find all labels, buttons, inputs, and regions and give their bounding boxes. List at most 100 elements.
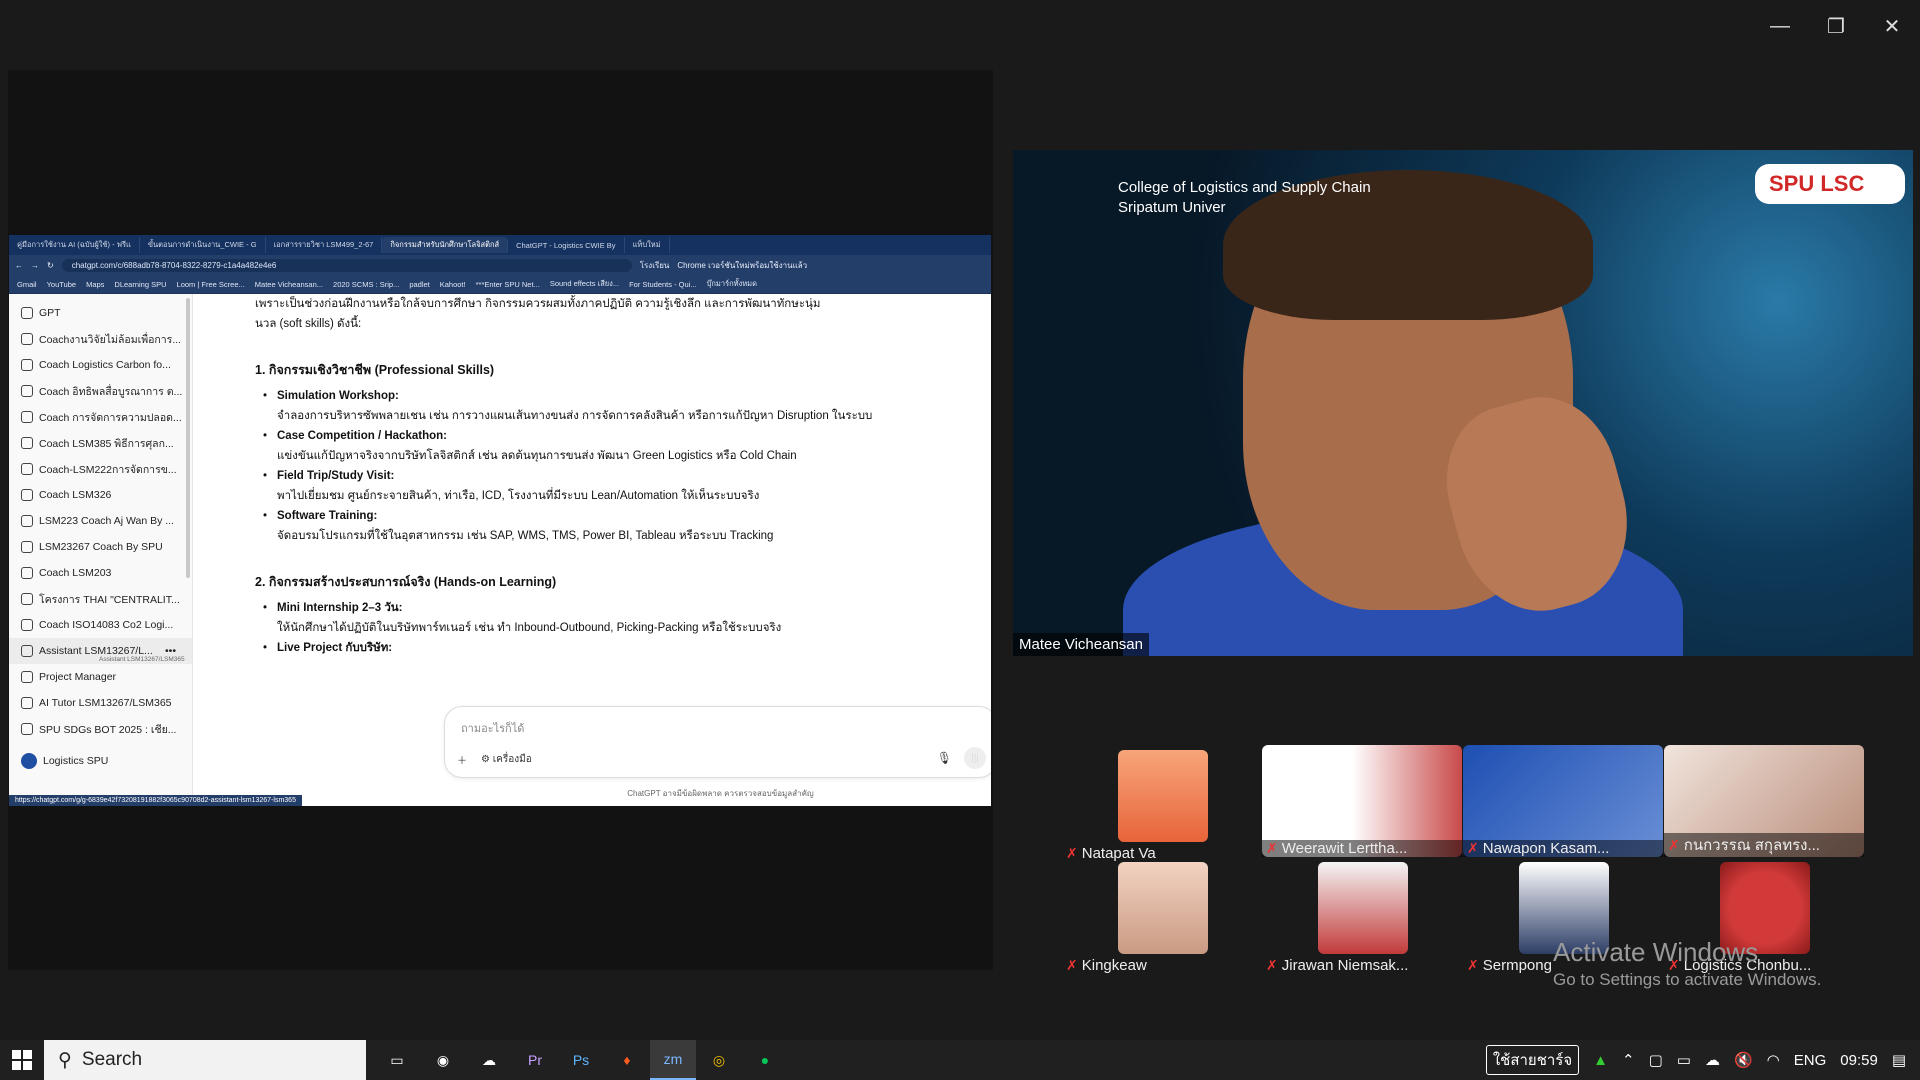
browser-tab[interactable]: ขั้นตอนการดำเนินงาน_CWIE - G <box>140 237 266 253</box>
sidebar-item[interactable]: Coach อิทธิพลสื่อบูรณาการ ต... <box>9 378 192 404</box>
list-item: Simulation Workshop: จำลองการบริหารซัพพลา… <box>255 386 985 426</box>
sidebar-item[interactable]: SPU SDGs BOT 2025 : เชีย... <box>9 716 192 742</box>
participant-tile[interactable]: ✗ Kingkeaw <box>1062 862 1262 974</box>
participant-name-row: ✗ Kingkeaw <box>1062 957 1262 974</box>
bookmark[interactable]: DLearning SPU <box>114 280 166 289</box>
restore-icon[interactable]: ❐ <box>1808 0 1864 52</box>
sidebar-item-label: Coachงานวิจัยไม่ล้อมเพื่อการ... <box>39 333 182 346</box>
task-view-icon[interactable]: ▭ <box>374 1040 420 1080</box>
browser-tab[interactable]: ChatGPT - Logistics CWIE By <box>508 237 625 253</box>
chat-input[interactable]: ถามอะไรก็ได้ <box>461 719 524 737</box>
volume-muted-icon[interactable]: 🔇 <box>1734 1051 1753 1069</box>
bookmark[interactable]: For Students - Qui... <box>629 280 697 289</box>
language-indicator[interactable]: ENG <box>1794 1052 1827 1069</box>
sidebar-item[interactable]: AI Tutor LSM13267/LSM365 <box>9 690 192 716</box>
device-icon[interactable]: ▢ <box>1649 1051 1663 1069</box>
cloud-app-icon[interactable]: ☁ <box>466 1040 512 1080</box>
sidebar-item[interactable]: Project Manager <box>9 664 192 690</box>
sidebar-item[interactable]: Coach-LSM222การจัดการข... <box>9 456 192 482</box>
participant-name-row: ✗ กนกวรรณ สกุลทรง... <box>1664 833 1864 857</box>
participant-name-row: ✗ Weerawit Lerttha... <box>1262 840 1462 857</box>
chevron-up-icon[interactable]: ⌃ <box>1622 1051 1635 1069</box>
brave-icon[interactable]: ♦ <box>604 1040 650 1080</box>
sidebar-item[interactable]: LSM223 Coach Aj Wan By ... <box>9 508 192 534</box>
copilot-icon[interactable]: ◉ <box>420 1040 466 1080</box>
sidebar-item[interactable]: Coach LSM203 <box>9 560 192 586</box>
signal-icon[interactable]: ▲ <box>1593 1052 1608 1069</box>
bookmark[interactable]: YouTube <box>47 280 76 289</box>
browser-tab[interactable]: เอกสารรายวิชา LSM499_2-67 <box>266 237 383 253</box>
bookmark[interactable]: Kahoot! <box>440 280 466 289</box>
school-profile-button[interactable]: โรงเรียน <box>640 259 670 272</box>
minimize-icon[interactable]: — <box>1752 0 1808 52</box>
bookmark[interactable]: Loom | Free Scree... <box>177 280 245 289</box>
browser-tab[interactable]: แท็บใหม่ <box>625 237 670 253</box>
browser-tab-active[interactable]: กิจกรรมสำหรับนักศึกษาโลจิสติกส์ <box>382 237 509 253</box>
sidebar-item[interactable]: LSM23267 Coach By SPU <box>9 534 192 560</box>
battery-icon[interactable]: ▭ <box>1677 1051 1691 1069</box>
notification-icon[interactable]: ▤ <box>1892 1051 1906 1069</box>
zoom-icon[interactable]: zm <box>650 1040 696 1080</box>
bookmark[interactable]: Sound effects เสียง... <box>550 278 619 290</box>
sidebar-item[interactable]: Coach ISO14083 Co2 Logi... <box>9 612 192 638</box>
sidebar-item[interactable]: Coach LSM385 พิธีการศุลก... <box>9 430 192 456</box>
gpt-icon <box>21 463 33 475</box>
wifi-icon[interactable]: ◠ <box>1767 1051 1780 1069</box>
sidebar-item-label: Coach LSM326 <box>39 489 112 501</box>
chrome-icon[interactable]: ◎ <box>696 1040 742 1080</box>
sidebar-tooltip: Assistant LSM13267/LSM365 <box>99 656 185 663</box>
photoshop-icon[interactable]: Ps <box>558 1040 604 1080</box>
language-badge[interactable]: ใช้สายชาร์จ <box>1485 1045 1580 1075</box>
sidebar-scrollbar[interactable] <box>186 298 190 578</box>
sidebar-item-label: Coach LSM203 <box>39 567 112 579</box>
bookmark[interactable]: 2020 SCMS : Srip... <box>333 280 399 289</box>
mic-muted-icon: ✗ <box>1467 840 1479 856</box>
windows-start-button[interactable] <box>0 1040 44 1080</box>
participant-tile[interactable]: ✗ Natapat Va <box>1062 750 1262 862</box>
sidebar-item[interactable]: Coach การจัดการความปลอด... <box>9 404 192 430</box>
bookmark[interactable]: Gmail <box>17 280 37 289</box>
bookmark[interactable]: Matee Vicheansan... <box>255 280 323 289</box>
mic-muted-icon: ✗ <box>1467 957 1479 973</box>
tools-button[interactable]: ⚙ เครื่องมือ <box>481 752 532 767</box>
clock[interactable]: 09:59 <box>1840 1052 1878 1069</box>
browser-tab[interactable]: คู่มือการใช้งาน AI (ฉบับผู้ใช้) - ฟรีแ <box>9 237 140 253</box>
mic-muted-icon: ✗ <box>1668 836 1680 853</box>
participant-video <box>1318 862 1408 954</box>
sidebar-item[interactable]: GPT <box>9 300 192 326</box>
bookmark[interactable]: Maps <box>86 280 104 289</box>
forward-icon[interactable]: → <box>31 261 39 270</box>
taskbar-search[interactable]: ⚲ Search <box>44 1040 366 1080</box>
mic-icon[interactable]: 🎙 <box>937 751 952 765</box>
url-field[interactable]: chatgpt.com/c/688adb78-8704-8322-8279-c1… <box>61 258 632 272</box>
reload-icon[interactable]: ↻ <box>47 261 54 270</box>
sidebar-user[interactable]: Logistics SPU <box>9 748 192 774</box>
active-speaker-video[interactable]: College of Logistics and Supply Chain Sr… <box>1013 150 1913 656</box>
voice-mode-icon[interactable]: ||| <box>964 747 986 769</box>
plus-icon[interactable]: ＋ <box>457 752 467 767</box>
bookmark[interactable]: padlet <box>409 280 429 289</box>
update-chrome-button[interactable]: Chrome เวอร์ชันใหม่พร้อมใช้งานแล้ว <box>677 259 807 272</box>
bookmark[interactable]: บุ๊กมาร์กทั้งหมด <box>707 278 757 290</box>
participant-tile[interactable]: ✗ Nawapon Kasam... <box>1463 745 1663 857</box>
list-item: Field Trip/Study Visit: พาไปเยี่ยมชม ศูนย… <box>255 466 985 506</box>
participant-tile[interactable]: ✗ กนกวรรณ สกุลทรง... <box>1664 745 1864 857</box>
sidebar-item[interactable]: Coach Logistics Carbon fo... <box>9 352 192 378</box>
gpt-icon <box>21 723 33 735</box>
sidebar-item[interactable]: Coach LSM326 <box>9 482 192 508</box>
participant-tile[interactable]: ✗ Weerawit Lerttha... <box>1262 745 1462 857</box>
sidebar-item[interactable]: โครงการ THAI "CENTRALIT... <box>9 586 192 612</box>
back-icon[interactable]: ← <box>15 261 23 270</box>
college-banner: College of Logistics and Supply Chain Sr… <box>1118 178 1371 218</box>
bookmark[interactable]: ***Enter SPU Net... <box>476 280 540 289</box>
gpt-icon <box>21 385 33 397</box>
close-icon[interactable]: ✕ <box>1864 0 1920 52</box>
participant-tile[interactable]: ✗ Jirawan Niemsak... <box>1262 862 1462 974</box>
sidebar-user-name: Logistics SPU <box>43 755 109 767</box>
line-icon[interactable]: ● <box>742 1040 788 1080</box>
sidebar-item[interactable]: Coachงานวิจัยไม่ล้อมเพื่อการ... <box>9 326 192 352</box>
sidebar-item-label: Coach การจัดการความปลอด... <box>39 411 182 424</box>
onedrive-icon[interactable]: ☁ <box>1705 1051 1720 1069</box>
chat-composer[interactable]: ถามอะไรก็ได้ ＋ ⚙ เครื่องมือ 🎙 ||| <box>444 706 991 778</box>
premiere-icon[interactable]: Pr <box>512 1040 558 1080</box>
